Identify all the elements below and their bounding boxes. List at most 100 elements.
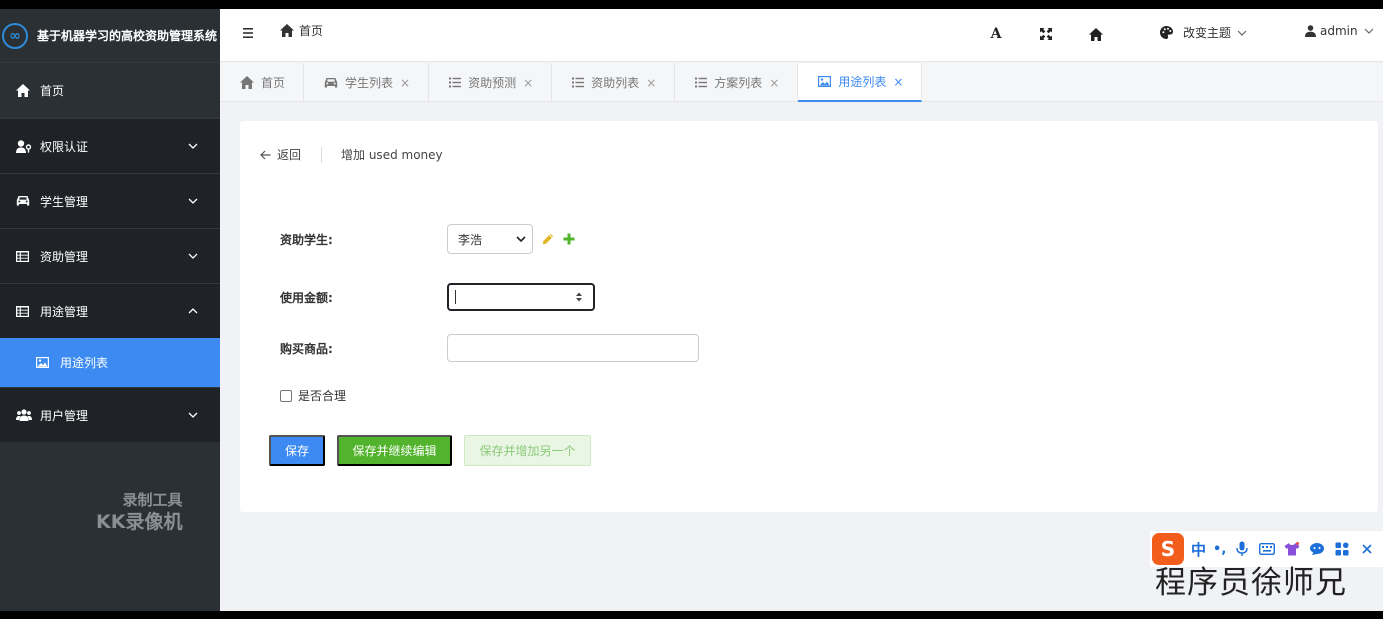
breadcrumb-home[interactable]: 首页 — [280, 22, 323, 39]
sidebar-item-label: 资助管理 — [40, 249, 89, 264]
ime-punctuation-toggle[interactable]: •, — [1213, 542, 1226, 557]
emoji-chat-icon[interactable] — [1308, 540, 1326, 558]
top-header: 首页 A 改变主题 admin — [220, 9, 1383, 62]
recorder-watermark-line2: KK录像机 — [96, 511, 183, 533]
tab-label: 学生列表 — [345, 76, 394, 90]
student-row: 资助学生: 李浩 — [280, 224, 575, 254]
sidebar-item-label: 用途管理 — [40, 304, 89, 319]
car-icon — [324, 77, 338, 89]
tab-label: 资助列表 — [591, 76, 640, 90]
car-icon — [16, 195, 40, 207]
sidebar-subitem-label: 用途列表 — [60, 356, 109, 370]
page-header: 返回 增加 used money — [260, 146, 443, 163]
ime-close-icon[interactable] — [1358, 540, 1376, 558]
close-icon[interactable]: × — [400, 76, 410, 90]
sidebar-subitem-usage-list[interactable]: 用途列表 — [0, 338, 220, 387]
chevron-down-icon — [1364, 28, 1374, 34]
number-spinner-icon[interactable] — [575, 291, 583, 303]
image-icon — [36, 357, 60, 368]
user-menu[interactable]: admin — [1305, 24, 1374, 38]
users-icon — [16, 409, 40, 421]
home-shortcut-button[interactable] — [1088, 26, 1104, 42]
back-button[interactable]: 返回 — [260, 146, 301, 163]
app-screen: ∞ 基于机器学习的高校资助管理系统 首页 权限认证 学生管理 资助管理 用途管理… — [0, 9, 1383, 611]
reasonable-checkbox[interactable] — [280, 389, 292, 402]
sidebar-item-funding[interactable]: 资助管理 — [0, 228, 220, 283]
goods-input[interactable] — [447, 334, 699, 362]
page-title: 增加 used money — [341, 148, 443, 162]
back-label: 返回 — [277, 148, 302, 162]
sidebar: ∞ 基于机器学习的高校资助管理系统 首页 权限认证 学生管理 资助管理 用途管理… — [0, 9, 220, 611]
sidebar-item-home[interactable]: 首页 — [0, 62, 220, 118]
sidebar-item-usage[interactable]: 用途管理 — [0, 283, 220, 338]
brand: ∞ 基于机器学习的高校资助管理系统 — [0, 9, 220, 62]
table-icon — [16, 250, 40, 262]
toolbox-grid-icon[interactable] — [1333, 540, 1351, 558]
app-title: 基于机器学习的高校资助管理系统 — [37, 29, 218, 43]
user-name: admin — [1320, 24, 1358, 38]
amount-label: 使用金额: — [280, 290, 333, 305]
text-cursor — [455, 290, 456, 304]
sidebar-item-label: 用户管理 — [40, 408, 89, 423]
goods-label: 购买商品: — [280, 341, 333, 356]
sidebar-menu: 首页 权限认证 学生管理 资助管理 用途管理 用途列表 用户管理 — [0, 62, 220, 442]
header-divider — [321, 146, 323, 163]
tab-label: 首页 — [261, 76, 286, 90]
save-add-another-button[interactable]: 保存并增加另一个 — [464, 435, 591, 466]
theme-switcher[interactable]: 改变主题 — [1160, 24, 1247, 41]
tab-funding-prediction[interactable]: 资助预测 × — [429, 63, 553, 102]
keyboard-icon[interactable] — [1258, 540, 1276, 558]
close-icon[interactable]: × — [893, 75, 903, 89]
home-icon — [1089, 27, 1103, 41]
recorder-watermark-line1: 录制工具 — [122, 491, 183, 509]
chevron-down-icon — [516, 236, 526, 243]
tab-student-list[interactable]: 学生列表 × — [304, 63, 430, 102]
chevron-down-icon — [188, 253, 198, 259]
skin-shirt-icon[interactable] — [1283, 540, 1301, 558]
chevron-down-icon — [188, 198, 198, 204]
image-icon — [818, 76, 832, 87]
sidebar-item-auth[interactable]: 权限认证 — [0, 118, 220, 173]
user-key-icon — [16, 139, 40, 153]
list-icon — [449, 77, 462, 88]
pencil-icon[interactable] — [542, 233, 554, 245]
close-icon[interactable]: × — [646, 76, 656, 90]
student-select[interactable]: 李浩 — [447, 224, 533, 254]
arrow-left-icon — [260, 150, 271, 159]
tab-label: 方案列表 — [714, 76, 763, 90]
save-continue-button[interactable]: 保存并继续编辑 — [337, 435, 452, 466]
student-select-value: 李浩 — [458, 232, 483, 247]
tab-usage-list[interactable]: 用途列表 × — [798, 63, 923, 102]
user-icon — [1305, 25, 1316, 37]
tab-plan-list[interactable]: 方案列表 × — [675, 63, 799, 102]
save-button[interactable]: 保存 — [269, 435, 325, 466]
sidebar-item-users[interactable]: 用户管理 — [0, 387, 220, 442]
font-size-button[interactable]: A — [988, 26, 1004, 42]
sidebar-item-students[interactable]: 学生管理 — [0, 173, 220, 228]
table-icon — [16, 305, 40, 317]
list-icon — [572, 77, 585, 88]
tab-label: 用途列表 — [838, 75, 887, 89]
palette-icon — [1160, 26, 1173, 39]
close-icon[interactable]: × — [769, 76, 779, 90]
microphone-icon[interactable] — [1233, 540, 1251, 558]
tab-home[interactable]: 首页 — [220, 63, 305, 102]
fullscreen-button[interactable] — [1038, 26, 1054, 42]
author-watermark: 程序员徐师兄 — [1155, 565, 1347, 601]
breadcrumb-home-label: 首页 — [299, 24, 324, 38]
amount-row: 使用金额: — [280, 283, 595, 311]
chevron-down-icon — [188, 143, 198, 149]
tab-funding-list[interactable]: 资助列表 × — [552, 63, 676, 102]
form-card: 返回 增加 used money 资助学生: 李浩 使用金额: 购买商品: 是否… — [240, 121, 1378, 512]
home-icon — [16, 84, 40, 97]
chevron-up-icon — [188, 308, 198, 314]
reasonable-checkbox-row[interactable]: 是否合理 — [280, 387, 346, 404]
reasonable-label: 是否合理 — [298, 389, 347, 403]
sidebar-item-label: 学生管理 — [40, 194, 89, 209]
home-icon — [240, 76, 254, 89]
goods-row: 购买商品: — [280, 334, 699, 362]
hamburger-menu-icon[interactable] — [242, 26, 256, 40]
plus-icon[interactable] — [563, 233, 575, 245]
amount-input[interactable] — [447, 283, 595, 311]
close-icon[interactable]: × — [523, 76, 533, 90]
